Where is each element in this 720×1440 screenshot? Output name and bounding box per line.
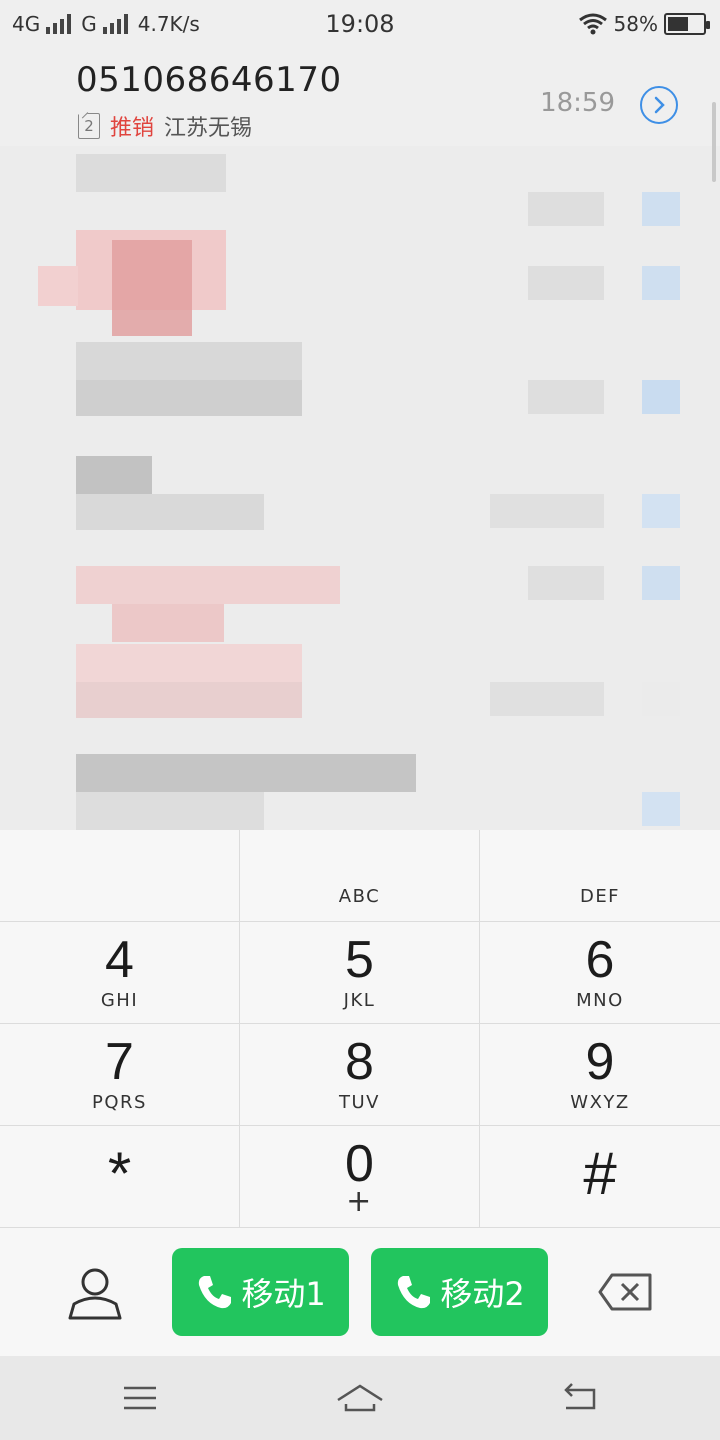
key-4[interactable]: 4 GHI xyxy=(0,922,240,1024)
contact-person-icon xyxy=(68,1268,122,1320)
key-digit: 8 xyxy=(345,1033,374,1091)
call-sim1-label: 移动1 xyxy=(241,1275,326,1313)
wifi-icon xyxy=(578,13,607,35)
call-tag: 推销 xyxy=(110,116,155,141)
sim-card-icon: 2 xyxy=(78,113,100,139)
key-letters: ABC xyxy=(338,886,381,907)
key-digit: 9 xyxy=(585,1033,615,1091)
key-letters: GHI xyxy=(100,990,139,1011)
key-letters: JKL xyxy=(343,990,376,1011)
call-number: 051068646170 xyxy=(76,60,342,100)
key-letters: TUV xyxy=(339,1092,380,1113)
key-6[interactable]: 6 MNO xyxy=(480,922,720,1024)
key-letters: DEF xyxy=(579,886,621,907)
key-star[interactable]: * xyxy=(0,1126,240,1228)
call-log-row[interactable]: 051068646170 2 推销 江苏无锡 18:59 xyxy=(0,58,720,153)
key-9[interactable]: 9 WXYZ xyxy=(480,1024,720,1126)
system-nav-bar xyxy=(0,1356,720,1440)
call-sim2-label: 移动2 xyxy=(440,1275,525,1313)
key-digit: # xyxy=(583,1140,617,1207)
key-digit: 4 xyxy=(105,931,134,989)
phone-icon xyxy=(398,1276,431,1309)
call-sim1-button[interactable]: 移动1 xyxy=(172,1248,349,1336)
home-icon xyxy=(337,1384,383,1412)
battery-fill xyxy=(668,17,688,31)
dial-keypad: 12ABC3DEF4GHI5JKL6MNO7PQRS8TUV9WXYZ*0+# xyxy=(0,830,720,1228)
info-chevron-icon xyxy=(654,96,665,114)
home-button[interactable] xyxy=(334,1378,386,1418)
key-3[interactable]: 3DEF xyxy=(480,830,720,922)
key-8[interactable]: 8 TUV xyxy=(240,1024,480,1126)
key-1[interactable]: 1 xyxy=(0,830,240,922)
obscured-call-list xyxy=(0,146,720,830)
scrollbar[interactable] xyxy=(712,102,716,182)
back-button[interactable] xyxy=(556,1378,604,1418)
key-digit: * xyxy=(107,1140,132,1207)
key-7[interactable]: 7 PQRS xyxy=(0,1024,240,1126)
call-meta: 2 推销 江苏无锡 xyxy=(78,110,252,142)
key-2[interactable]: 2ABC xyxy=(240,830,480,922)
backspace-button[interactable] xyxy=(598,1272,654,1312)
menu-icon xyxy=(124,1386,156,1410)
key-letters: + xyxy=(346,1184,373,1219)
status-right: 58% xyxy=(578,12,710,36)
key-letters: MNO xyxy=(576,990,624,1011)
status-bar: 4G G 4.7K/s 19:08 58% xyxy=(0,0,720,50)
call-location: 江苏无锡 xyxy=(164,116,253,141)
key-0[interactable]: 0 + xyxy=(240,1126,480,1228)
key-5[interactable]: 5 JKL xyxy=(240,922,480,1024)
back-icon xyxy=(564,1383,596,1410)
key-digit: 5 xyxy=(345,931,374,989)
battery-icon xyxy=(664,13,710,35)
menu-button[interactable] xyxy=(116,1378,164,1418)
backspace-icon xyxy=(598,1273,652,1311)
key-digit: 7 xyxy=(105,1033,134,1091)
dialer-action-bar: 移动1 移动2 xyxy=(0,1228,720,1356)
call-time: 18:59 xyxy=(540,88,615,118)
key-digit: 6 xyxy=(585,931,615,989)
call-details-button[interactable] xyxy=(640,86,678,124)
key-letters: WXYZ xyxy=(570,1092,630,1113)
recent-calls-list[interactable]: 051068646170 2 推销 江苏无锡 18:59 xyxy=(0,50,720,830)
battery-percent: 58% xyxy=(613,12,658,36)
phone-icon xyxy=(199,1276,232,1309)
call-sim2-button[interactable]: 移动2 xyxy=(371,1248,548,1336)
key-hash[interactable]: # xyxy=(480,1126,720,1228)
key-letters: PQRS xyxy=(92,1092,147,1113)
contacts-button[interactable] xyxy=(64,1266,126,1320)
